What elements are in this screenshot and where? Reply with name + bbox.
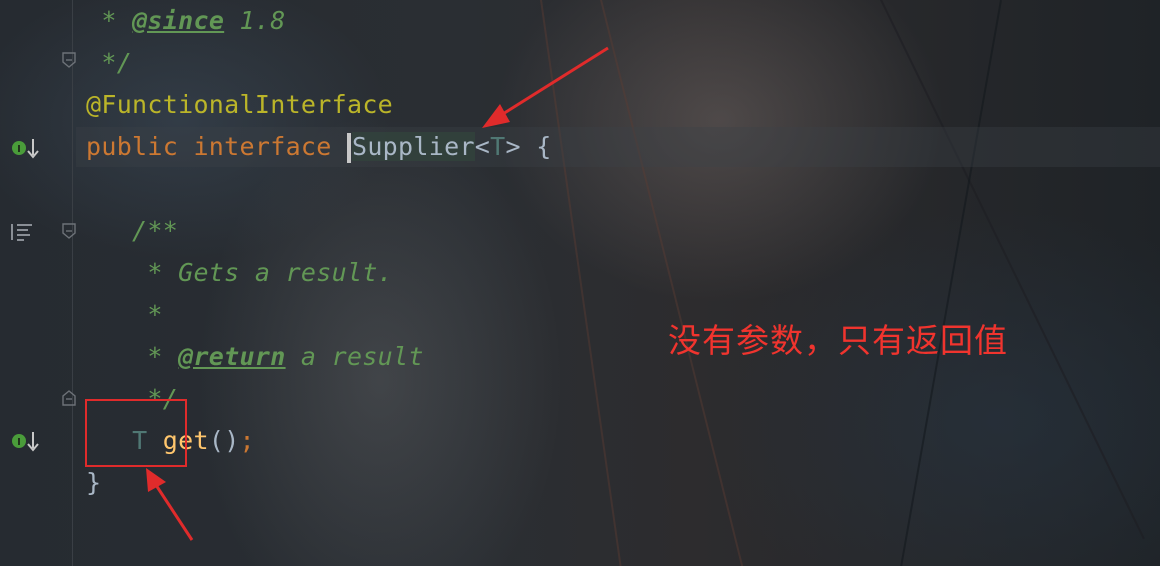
annotation-arrows <box>146 46 609 541</box>
arrow-to-return-type <box>146 468 194 541</box>
arrow-to-supplier <box>482 46 609 128</box>
